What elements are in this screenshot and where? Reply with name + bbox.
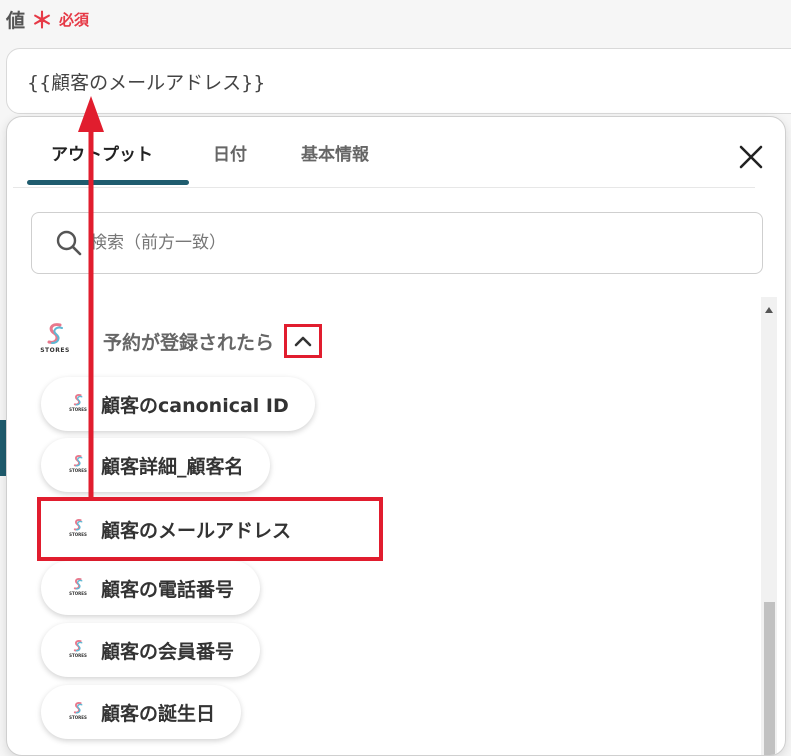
group-header: STORES 予約が登録されたら bbox=[37, 313, 323, 369]
stores-logo-icon bbox=[73, 702, 83, 714]
stores-mini-logo: STORES bbox=[69, 701, 87, 723]
list-item-email[interactable]: STORES 顧客のメールアドレス bbox=[37, 497, 383, 561]
group-title: 予約が登録されたら bbox=[103, 331, 275, 354]
list-item-phone[interactable]: STORES 顧客の電話番号 bbox=[41, 561, 261, 615]
stores-logo-text: STORES bbox=[69, 468, 87, 473]
list-item-canonical-id[interactable]: STORES 顧客のcanonical ID bbox=[41, 377, 315, 431]
field-label-row: 値 ＊ 必須 bbox=[6, 4, 89, 34]
list-item-birthday[interactable]: STORES 顧客の誕生日 bbox=[41, 685, 242, 739]
value-input-text: {{顧客のメールアドレス}} bbox=[27, 71, 266, 94]
stores-logo-icon bbox=[47, 323, 63, 344]
list-item-label: 顧客の電話番号 bbox=[101, 578, 235, 601]
stores-logo-text: STORES bbox=[69, 532, 87, 537]
search-input[interactable] bbox=[88, 232, 762, 254]
stores-mini-logo: STORES bbox=[69, 393, 87, 415]
tab-output[interactable]: アウトプット bbox=[51, 143, 153, 179]
stores-logo-icon bbox=[73, 394, 83, 406]
stores-mini-logo: STORES bbox=[69, 639, 87, 661]
stores-logo-icon bbox=[73, 455, 83, 467]
stores-logo: STORES bbox=[37, 321, 73, 361]
stores-logo-text: STORES bbox=[69, 653, 87, 658]
stores-logo-text: STORES bbox=[69, 715, 87, 720]
output-picker-panel: アウトプット 日付 基本情報 STORES 予 bbox=[6, 116, 786, 756]
triangle-up-icon bbox=[765, 307, 773, 313]
stores-logo-text: STORES bbox=[69, 407, 87, 412]
scroll-up-arrow[interactable] bbox=[761, 303, 777, 317]
stores-logo-text: STORES bbox=[69, 591, 87, 596]
search-box bbox=[31, 212, 763, 274]
list-item-label: 顧客のメールアドレス bbox=[101, 519, 292, 542]
close-button[interactable] bbox=[733, 139, 769, 175]
list-item-customer-name[interactable]: STORES 顧客詳細_顧客名 bbox=[41, 438, 270, 492]
required-text: 必須 bbox=[59, 10, 90, 29]
scrollbar[interactable] bbox=[761, 297, 777, 755]
scrollbar-thumb[interactable] bbox=[764, 602, 775, 755]
stores-mini-logo: STORES bbox=[69, 518, 87, 540]
stores-logo-text: STORES bbox=[40, 347, 70, 354]
stores-mini-logo: STORES bbox=[69, 577, 87, 599]
tab-basic-info[interactable]: 基本情報 bbox=[301, 143, 369, 179]
close-icon bbox=[739, 145, 763, 169]
collapse-toggle[interactable] bbox=[284, 324, 323, 358]
stores-logo-icon bbox=[73, 640, 83, 652]
search-icon bbox=[56, 230, 82, 256]
required-mark: ＊ bbox=[31, 9, 54, 34]
stores-logo-icon bbox=[73, 519, 83, 531]
list-item-label: 顧客のcanonical ID bbox=[101, 394, 289, 417]
stores-mini-logo: STORES bbox=[69, 454, 87, 476]
active-tab-indicator bbox=[27, 180, 189, 185]
tab-bar: アウトプット 日付 基本情報 bbox=[13, 117, 755, 188]
stores-logo-icon bbox=[73, 578, 83, 590]
field-label: 値 bbox=[6, 9, 26, 32]
list-item-label: 顧客詳細_顧客名 bbox=[101, 455, 244, 478]
value-input[interactable]: {{顧客のメールアドレス}} bbox=[6, 48, 791, 114]
chevron-up-icon bbox=[294, 336, 312, 347]
list-item-member-number[interactable]: STORES 顧客の会員番号 bbox=[41, 623, 261, 677]
list-item-label: 顧客の誕生日 bbox=[101, 702, 216, 725]
list-item-label: 顧客の会員番号 bbox=[101, 640, 235, 663]
tab-date[interactable]: 日付 bbox=[213, 143, 247, 179]
